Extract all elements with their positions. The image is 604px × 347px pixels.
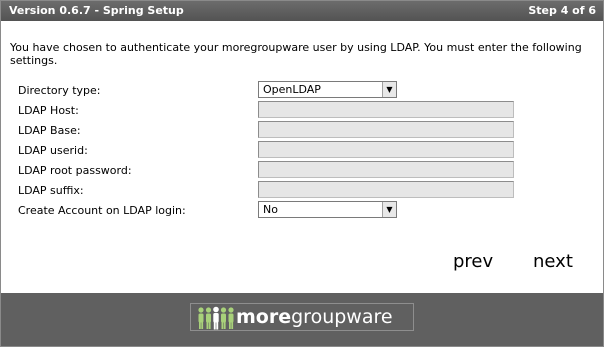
title-bar: Version 0.6.7 - Spring Setup Step 4 of 6 [1,1,603,21]
logo-text-more: more [236,306,292,328]
moregroupware-logo: moregroupware [190,303,414,331]
ldap-suffix-label: LDAP suffix: [18,184,84,197]
footer: moregroupware [1,293,603,346]
setup-window: Version 0.6.7 - Spring Setup Step 4 of 6… [0,0,604,347]
directory-type-label: Directory type: [18,84,101,97]
logo-text-groupware: groupware [291,306,393,328]
intro-text: You have chosen to authenticate your mor… [10,41,582,67]
chevron-down-icon[interactable]: ▼ [382,202,396,217]
ldap-base-row: LDAP Base: [18,121,598,141]
ldap-userid-label: LDAP userid: [18,144,88,157]
ldap-root-password-input[interactable] [258,161,514,178]
directory-type-select[interactable]: OpenLDAP ▼ [258,81,397,98]
directory-type-row: Directory type: OpenLDAP ▼ [18,81,598,101]
directory-type-value: OpenLDAP [263,83,321,96]
ldap-suffix-row: LDAP suffix: [18,181,598,201]
ldap-root-password-label: LDAP root password: [18,164,132,177]
people-group-icon [198,306,234,330]
create-account-label: Create Account on LDAP login: [18,204,186,217]
step-indicator: Step 4 of 6 [528,4,596,17]
ldap-base-label: LDAP Base: [18,124,81,137]
create-account-value: No [263,203,278,216]
ldap-host-input[interactable] [258,101,514,118]
version-title: Version 0.6.7 - Spring Setup [9,4,184,17]
next-button[interactable]: next [533,251,573,272]
create-account-select[interactable]: No ▼ [258,201,397,218]
ldap-userid-input[interactable] [258,141,514,158]
chevron-down-icon[interactable]: ▼ [382,82,396,97]
ldap-host-label: LDAP Host: [18,104,79,117]
ldap-suffix-input[interactable] [258,181,514,198]
ldap-root-password-row: LDAP root password: [18,161,598,181]
ldap-base-input[interactable] [258,121,514,138]
ldap-host-row: LDAP Host: [18,101,598,121]
prev-button[interactable]: prev [453,251,493,272]
ldap-userid-row: LDAP userid: [18,141,598,161]
logo-wordmark: moregroupware [236,305,393,329]
create-account-row: Create Account on LDAP login: No ▼ [18,201,598,221]
